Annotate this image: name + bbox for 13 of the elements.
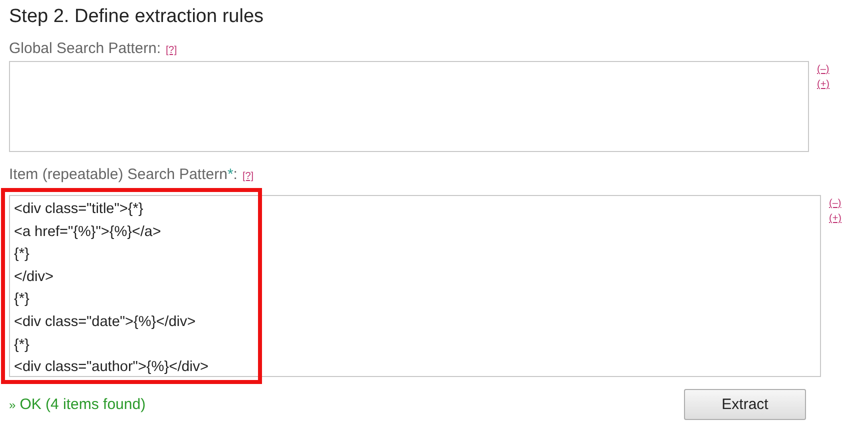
shrink-link[interactable]: (–) [829,198,842,209]
help-link[interactable]: [?] [242,171,254,182]
expand-link[interactable]: (+) [829,213,842,224]
status-message: » OK (4 items found) [9,396,146,413]
shrink-link[interactable]: (–) [817,64,830,75]
help-link[interactable]: [?] [166,45,177,56]
pattern-textarea[interactable]: <div class="title">{*} <a href="{%}">{%}</a> {*} </div> {*} <div class="date">{%}</div> {*} <div class="author">{%}</div> [9,195,821,377]
extract-button[interactable]: Extract [684,389,806,420]
expand-link[interactable]: (+) [817,79,830,90]
field-label: Global Search Pattern: [9,40,161,57]
step-title: Step 2. Define extraction rules [9,6,264,28]
field-label: Item (repeatable) Search Pattern*: [9,166,238,183]
pattern-textarea[interactable] [9,61,809,152]
